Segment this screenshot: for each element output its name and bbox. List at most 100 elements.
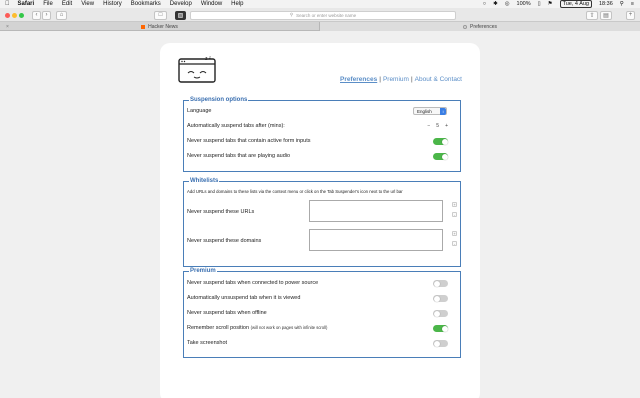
share-icon: ⇧ xyxy=(589,12,595,19)
remove-domain-button[interactable]: - xyxy=(452,241,457,246)
extension-icon[interactable]: ○ xyxy=(483,1,486,7)
remove-url-button[interactable]: - xyxy=(452,212,457,217)
menubar-date[interactable]: Tue, 4 Aug xyxy=(559,0,592,8)
preferences-card: z z Preferences | Premium | About & Contact … xyxy=(160,43,480,398)
decrement-button[interactable]: − xyxy=(427,123,430,129)
form-inputs-toggle[interactable] xyxy=(433,138,448,145)
section-title: Suspension options xyxy=(189,97,249,103)
scroll-position-label: Remember scroll position (will not work … xyxy=(187,325,327,331)
language-label: Language xyxy=(187,108,212,114)
back-button[interactable]: ‹ xyxy=(32,10,41,20)
nav-separator: | xyxy=(410,76,413,83)
urls-label: Never suspend these URLs xyxy=(187,209,255,215)
power-source-label: Never suspend tabs when connected to pow… xyxy=(187,280,319,286)
battery-icon[interactable]: ▯ xyxy=(538,1,541,7)
auto-unsuspend-toggle[interactable] xyxy=(433,295,448,302)
close-window-button[interactable] xyxy=(5,12,10,18)
hacker-news-favicon xyxy=(141,24,146,29)
svg-text:z: z xyxy=(209,55,211,60)
menu-history[interactable]: History xyxy=(103,1,122,7)
chevron-left-icon: ‹ xyxy=(35,12,38,18)
audio-toggle[interactable] xyxy=(433,153,448,160)
zoom-window-button[interactable] xyxy=(19,12,24,18)
home-button[interactable]: ⌂ xyxy=(56,10,67,20)
language-value: English xyxy=(417,109,432,114)
section-title: Whitelists xyxy=(189,178,220,184)
show-tabs-button[interactable]: ▤ xyxy=(600,10,612,20)
add-url-button[interactable]: + xyxy=(452,202,457,207)
tab-label: Hacker News xyxy=(148,23,178,30)
menu-edit[interactable]: Edit xyxy=(62,1,72,7)
tab-label: Preferences xyxy=(470,23,497,30)
nav-premium-link[interactable]: Premium xyxy=(383,76,409,83)
flag-icon[interactable]: ⚑ xyxy=(548,1,553,7)
scroll-position-toggle[interactable] xyxy=(433,325,448,332)
audio-label: Never suspend tabs that are playing audi… xyxy=(187,153,291,159)
nav-about-link[interactable]: About & Contact xyxy=(415,76,462,83)
scroll-position-note: (will not work on pages with infinite sc… xyxy=(250,325,328,330)
menu-bookmarks[interactable]: Bookmarks xyxy=(131,1,161,7)
puzzle-icon: □ xyxy=(158,12,163,18)
add-domain-button[interactable]: + xyxy=(452,231,457,236)
address-placeholder: Search or enter website name xyxy=(296,12,357,18)
search-icon[interactable]: ⚲ xyxy=(620,1,624,7)
menu-develop[interactable]: Develop xyxy=(170,1,192,7)
plus-icon: + xyxy=(628,12,633,18)
forward-button[interactable]: › xyxy=(42,10,51,20)
section-title: Premium xyxy=(189,268,217,274)
home-icon: ⌂ xyxy=(59,12,64,18)
suspension-options-section: Suspension options Language English ↕ Au… xyxy=(183,97,461,172)
select-arrows-icon: ↕ xyxy=(440,108,446,115)
share-button[interactable]: ⇧ xyxy=(586,10,598,20)
menubar-time[interactable]: 18:36 xyxy=(599,1,613,7)
menu-list-icon[interactable]: ≡ xyxy=(631,1,634,7)
menu-view[interactable]: View xyxy=(81,1,94,7)
tab-preferences[interactable]: Preferences xyxy=(320,22,640,31)
form-inputs-label: Never suspend tabs that contain active f… xyxy=(187,138,311,144)
domains-label: Never suspend these domains xyxy=(187,238,262,244)
whitelists-section: Whitelists Add URLs and domains to these… xyxy=(183,178,461,267)
urls-textarea[interactable] xyxy=(309,200,443,222)
browser-toolbar: ‹ › ⌂ □ ▧ ⚲ Search or enter website name… xyxy=(0,8,640,22)
menu-file[interactable]: File xyxy=(43,1,53,7)
tabs-icon: ▤ xyxy=(603,12,609,19)
close-tab-icon[interactable]: × xyxy=(6,24,9,30)
new-tab-button[interactable]: + xyxy=(626,10,635,20)
menubar:  Safari File Edit View History Bookmark… xyxy=(0,0,640,8)
nav-separator: | xyxy=(379,76,381,83)
power-source-toggle[interactable] xyxy=(433,280,448,287)
search-icon: ⚲ xyxy=(289,12,294,17)
scroll-position-text: Remember scroll position xyxy=(187,325,250,331)
tab-bar: × Hacker News Preferences xyxy=(0,22,640,31)
menu-safari[interactable]: Safari xyxy=(18,1,35,7)
increment-button[interactable]: + xyxy=(445,123,448,129)
chevron-right-icon: › xyxy=(45,12,48,18)
premium-section: Premium Never suspend tabs when connecte… xyxy=(183,268,461,358)
tab-suspender-logo-icon: z z xyxy=(178,55,216,83)
extension-toolbar-button[interactable]: □ xyxy=(154,10,167,20)
apple-icon[interactable]:  xyxy=(5,1,10,7)
wifi-icon[interactable]: ◎ xyxy=(505,1,510,7)
tab-suspender-icon: ▧ xyxy=(177,12,184,19)
menu-help[interactable]: Help xyxy=(231,1,243,7)
battery-percent: 100% xyxy=(516,1,531,7)
menu-window[interactable]: Window xyxy=(201,1,222,7)
tab-suspender-button[interactable]: ▧ xyxy=(175,10,186,20)
offline-toggle[interactable] xyxy=(433,310,448,317)
bluetooth-icon[interactable]: ✱ xyxy=(493,1,498,7)
domains-textarea[interactable] xyxy=(309,229,443,251)
address-bar[interactable]: ⚲ Search or enter website name xyxy=(190,10,456,20)
preferences-nav: Preferences | Premium | About & Contact xyxy=(340,76,462,83)
screenshot-toggle[interactable] xyxy=(433,340,448,347)
minimize-window-button[interactable] xyxy=(12,12,17,18)
whitelists-description: Add URLs and domains to these lists via … xyxy=(187,189,403,194)
preferences-favicon xyxy=(463,24,468,29)
offline-label: Never suspend tabs when offline xyxy=(187,310,267,316)
auto-suspend-value[interactable]: 5 xyxy=(436,123,439,129)
auto-suspend-label: Automatically suspend tabs after (mins): xyxy=(187,123,285,129)
auto-unsuspend-label: Automatically unsuspend tab when it is v… xyxy=(187,295,301,301)
auto-suspend-stepper[interactable]: − 5 + xyxy=(427,123,448,129)
language-select[interactable]: English ↕ xyxy=(413,107,447,115)
tab-hacker-news[interactable]: × Hacker News xyxy=(0,22,320,31)
nav-preferences-link[interactable]: Preferences xyxy=(340,76,377,83)
